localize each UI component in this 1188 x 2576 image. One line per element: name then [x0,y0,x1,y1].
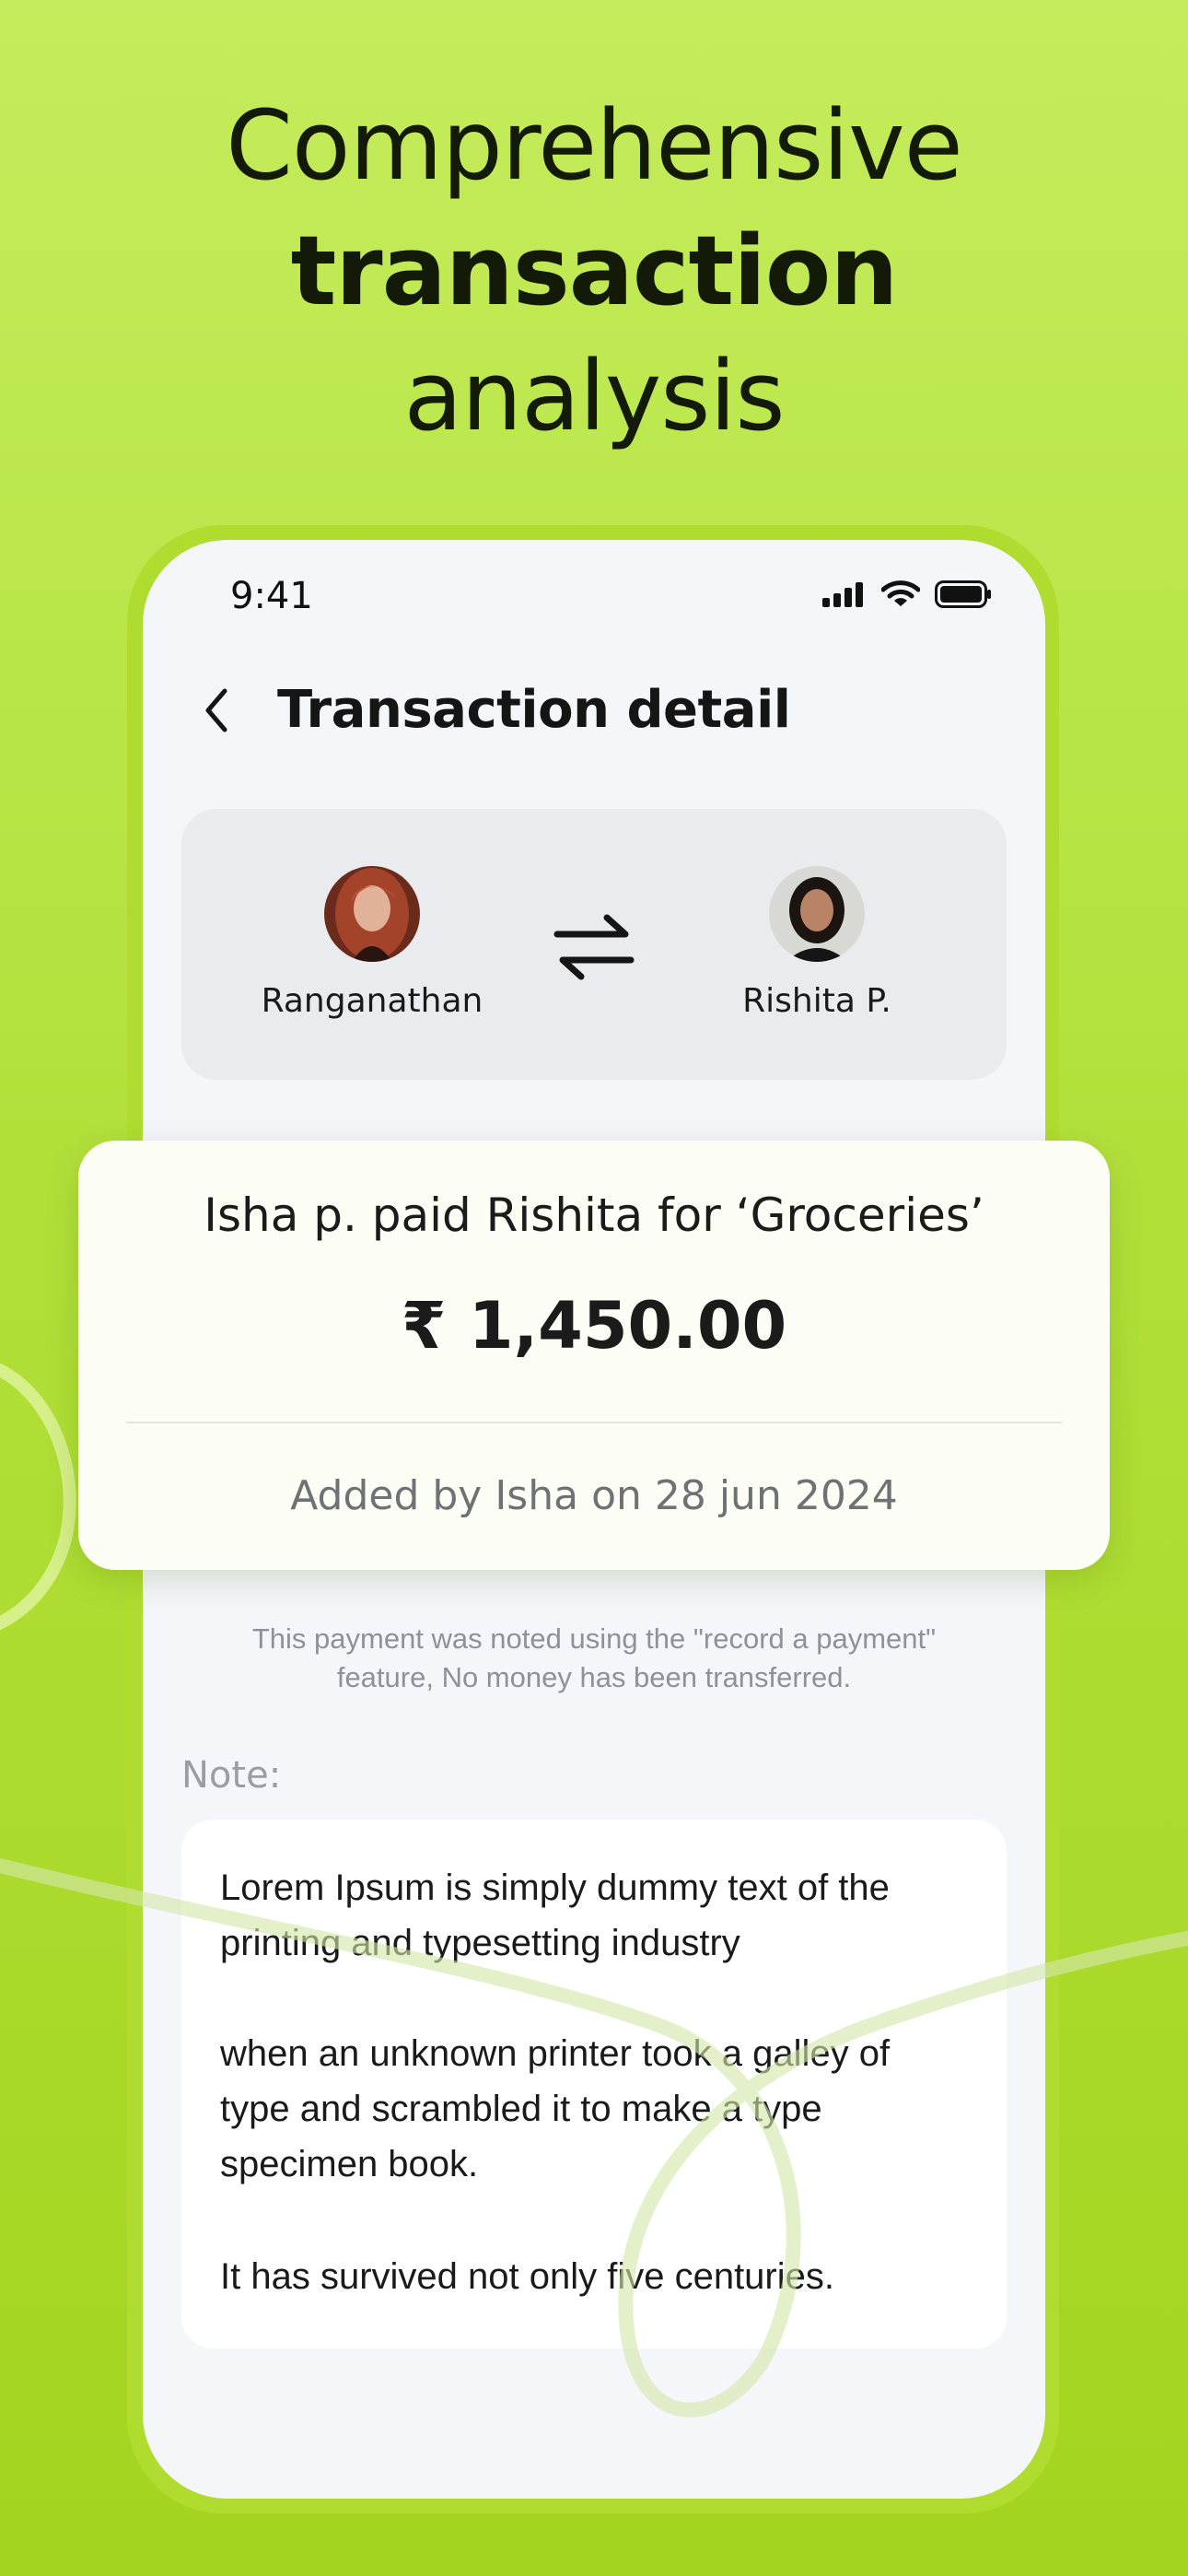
status-time: 9:41 [230,575,313,617]
status-icons [822,580,992,608]
transaction-summary-card: Isha p. paid Rishita for ‘Groceries’ ₹ 1… [78,1141,1110,1570]
swap-arrows-icon [553,914,635,980]
chevron-left-icon [205,688,227,732]
headline-line-1: Comprehensive [226,89,962,202]
wifi-icon [881,580,920,606]
note-label: Note: [181,1754,282,1797]
parties-card: Ranganathan Rishita P. [181,809,1007,1080]
summary-amount: ₹ 1,450.00 [401,1288,787,1364]
note-paragraph-3: It has survived not only five centuries. [220,2256,834,2297]
avatar-to[interactable] [769,866,865,962]
note-paragraph-2-line-2: type and scrambled it to make a type [220,2089,822,2129]
headline-line-2: transaction [290,215,899,327]
note-paragraph-2-line-1: when an unknown printer took a galley of [220,2033,891,2074]
summary-divider [126,1422,1062,1423]
note-paragraph-2-line-3: specimen book. [220,2144,479,2184]
party-from-name: Ranganathan [261,982,483,1020]
disclaimer-line-2: feature, No money has been transferred. [336,1661,852,1693]
battery-icon [935,580,991,608]
signal-icon [822,582,863,607]
disclaimer-line-1: This payment was noted using the "record… [251,1622,937,1655]
summary-title: Isha p. paid Rishita for ‘Groceries’ [204,1188,984,1242]
note-paragraph-1-line-2: printing and typesetting industry [220,1923,740,1963]
note-card: Lorem Ipsum is simply dummy text of the … [181,1820,1007,2348]
page-title: Transaction detail [277,680,791,740]
headline-line-3: analysis [403,340,785,452]
summary-added-by: Added by Isha on 28 jun 2024 [290,1472,898,1519]
avatar-from[interactable] [324,866,420,962]
avatar-dark-hair [769,866,865,962]
disclaimer-text: This payment was noted using the "record… [198,1620,990,1697]
party-to-name: Rishita P. [742,982,891,1020]
note-paragraph-1-line-1: Lorem Ipsum is simply dummy text of the [220,1868,890,1908]
headline: Comprehensive transaction analysis [0,83,1188,459]
back-button[interactable] [189,678,244,743]
avatar-red-hair [324,866,420,962]
